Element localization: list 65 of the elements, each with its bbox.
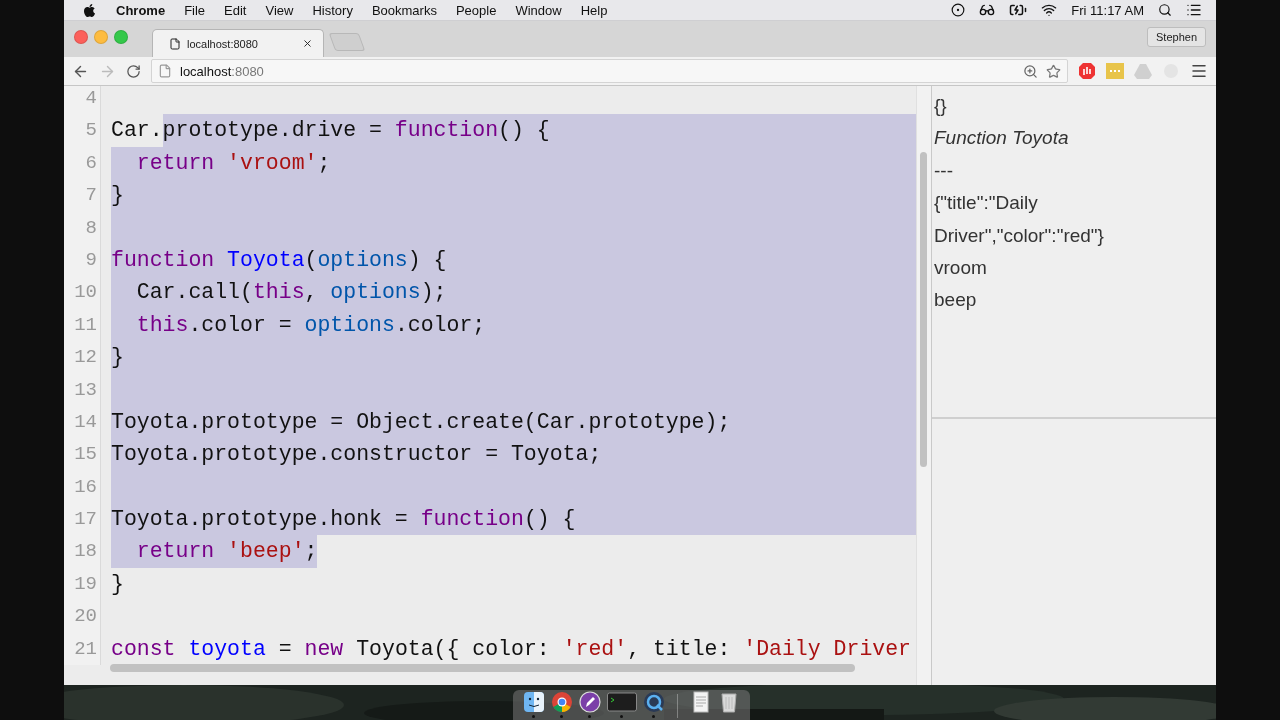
code-line: Toyota.prototype.honk = function() { <box>101 503 916 536</box>
output-line: Function Toyota <box>934 126 1070 151</box>
line-number: 14 <box>64 405 101 439</box>
code-line: Car.prototype.drive = function() { <box>101 114 916 147</box>
line-number: 18 <box>64 535 101 568</box>
code-line: const toyota = new Toyota({ color: 'red', title: 'Daily Driver <box>110 635 912 663</box>
vertical-scrollbar[interactable] <box>916 86 931 685</box>
pen-icon[interactable] <box>578 691 601 713</box>
menu-item[interactable]: View <box>265 2 294 18</box>
output-line: vroom <box>934 256 988 281</box>
output-line: beep <box>934 288 978 313</box>
line-number: 9 <box>64 243 101 277</box>
line-number: 5 <box>64 114 101 147</box>
terminal-icon[interactable] <box>606 691 637 713</box>
browser-tab[interactable]: localhost:8080 <box>152 29 324 57</box>
url-text: localhost:8080 <box>180 63 265 79</box>
profile-button[interactable]: Stephen <box>1147 27 1206 47</box>
address-bar[interactable]: localhost:8080 <box>151 59 1068 83</box>
menu-item[interactable]: History <box>312 2 353 18</box>
menu-item[interactable]: People <box>455 2 497 18</box>
close-tab-icon[interactable] <box>302 38 313 49</box>
line-number: 21 <box>64 632 101 666</box>
clock[interactable]: Fri 11:17 AM <box>1071 2 1144 18</box>
scrollbar-thumb[interactable] <box>920 152 927 467</box>
reload-button[interactable] <box>126 63 141 79</box>
menu-item[interactable]: Help <box>580 2 608 18</box>
stop-sign-icon[interactable] <box>1078 62 1096 80</box>
bookmark-star-icon[interactable] <box>1046 63 1061 79</box>
page-icon <box>169 37 181 50</box>
apple-icon[interactable] <box>82 2 97 18</box>
menu-item[interactable]: Window <box>515 2 562 18</box>
record-icon[interactable] <box>951 3 966 17</box>
output-line: {} <box>934 94 948 118</box>
horizontal-scrollbar-thumb[interactable] <box>110 664 855 672</box>
line-number: 13 <box>64 373 101 406</box>
menu-item[interactable]: Bookmarks <box>371 2 437 18</box>
menu-item[interactable]: Edit <box>224 2 247 18</box>
line-number: 7 <box>64 179 101 212</box>
line-number: 4 <box>64 86 101 115</box>
close-window-button[interactable] <box>74 30 88 44</box>
dots-icon[interactable] <box>1106 62 1124 80</box>
page-icon <box>158 64 172 78</box>
line-number: 12 <box>64 341 101 374</box>
list-icon[interactable] <box>1186 2 1202 18</box>
line-number: 16 <box>64 470 101 504</box>
code-line: return 'beep'; <box>101 535 916 568</box>
line-number: 8 <box>64 211 101 244</box>
line-number: 10 <box>64 276 101 309</box>
menu-icon[interactable] <box>1190 62 1208 80</box>
wifi-icon[interactable] <box>1041 2 1058 18</box>
line-number: 17 <box>64 503 101 536</box>
code-line: } <box>110 570 125 598</box>
app-menu[interactable]: Chrome <box>116 2 166 18</box>
glasses-icon[interactable] <box>979 2 996 18</box>
line-number: 20 <box>64 600 101 633</box>
output-line: --- <box>934 158 954 183</box>
line-number: 15 <box>64 438 101 471</box>
line-number: 19 <box>64 567 101 601</box>
line-number: 6 <box>64 146 101 180</box>
menu-item[interactable]: File <box>184 2 206 18</box>
zoom-icon[interactable] <box>1023 63 1038 79</box>
browser-icon[interactable] <box>550 691 573 713</box>
player-icon[interactable] <box>642 691 665 713</box>
line-number: 11 <box>64 308 101 342</box>
search-icon[interactable] <box>1158 3 1172 17</box>
